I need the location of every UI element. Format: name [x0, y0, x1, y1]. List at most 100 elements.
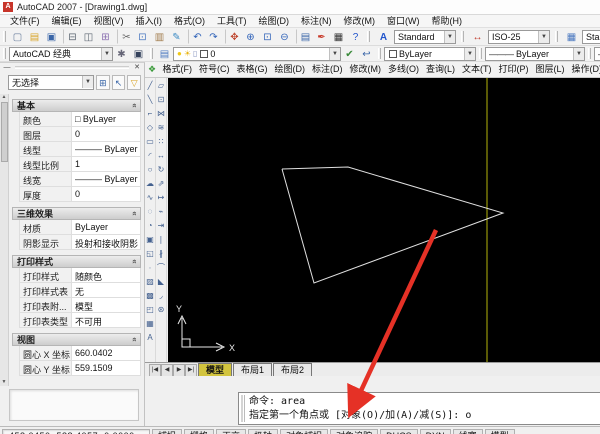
- circle-icon[interactable]: ○: [145, 163, 156, 177]
- drawing-polygon[interactable]: [281, 166, 505, 284]
- toolbar-grip[interactable]: [555, 31, 558, 42]
- layer-previous-icon[interactable]: ↩: [358, 46, 375, 61]
- table-style-icon[interactable]: ▦: [563, 29, 580, 44]
- zoom-window-icon[interactable]: ⊡: [259, 29, 276, 44]
- status-toggle-button[interactable]: 栅格: [184, 428, 215, 434]
- drawing-area[interactable]: Y X: [168, 78, 600, 362]
- gradient-icon[interactable]: ▩: [145, 289, 156, 303]
- tab-nav-button[interactable]: ▶: [173, 364, 185, 376]
- mirror-icon[interactable]: ⋈: [156, 107, 167, 121]
- hatch-icon[interactable]: ▨: [145, 275, 156, 289]
- status-toggle-button[interactable]: 极轴: [248, 428, 279, 434]
- point-icon[interactable]: ∙: [145, 261, 156, 275]
- match-properties-icon[interactable]: ✎: [168, 29, 185, 44]
- express-menu-item[interactable]: 绘图(D): [271, 63, 309, 76]
- insert-block-icon[interactable]: ▣: [145, 233, 156, 247]
- toolbar-grip[interactable]: [3, 31, 6, 42]
- menu-item[interactable]: 工具(T): [211, 15, 253, 28]
- command-window-grip[interactable]: [241, 395, 245, 422]
- layer-lock-icon[interactable]: ▯: [193, 49, 197, 58]
- status-toggle-button[interactable]: 对象追踪: [330, 428, 379, 434]
- chamfer-icon[interactable]: ◣: [156, 275, 167, 289]
- polyline-icon[interactable]: ⌐: [145, 107, 156, 121]
- lineweight-control-combo[interactable]: ———: [594, 46, 600, 61]
- erase-icon[interactable]: ▱: [156, 79, 167, 93]
- make-object-layer-current-icon[interactable]: ✔: [341, 46, 358, 61]
- coordinate-readout[interactable]: 458.0450, 588.4057, 0.0000: [2, 428, 150, 434]
- open-icon[interactable]: ▤: [26, 29, 43, 44]
- palette-close-button[interactable]: ✕: [132, 63, 142, 72]
- toolbar-grip[interactable]: [378, 48, 381, 59]
- express-menu-item[interactable]: 标注(D): [309, 63, 347, 76]
- workspace-combo[interactable]: AutoCAD 经典 ▼: [9, 46, 113, 61]
- layer-color-swatch[interactable]: [200, 49, 209, 58]
- new-icon[interactable]: ▢: [9, 29, 26, 44]
- select-objects-button[interactable]: ↖: [111, 74, 126, 90]
- menu-item[interactable]: 修改(M): [338, 15, 382, 28]
- undo-icon[interactable]: ↶: [188, 29, 205, 44]
- multiline-text-icon[interactable]: A: [145, 331, 156, 345]
- express-menu-item[interactable]: 打印(P): [495, 63, 532, 76]
- construction-line-icon[interactable]: ╲: [145, 93, 156, 107]
- region-icon[interactable]: ◰: [145, 303, 156, 317]
- menu-item[interactable]: 帮助(H): [426, 15, 469, 28]
- toolbar-grip[interactable]: [588, 48, 591, 59]
- section-plot-style[interactable]: 打印样式 »: [12, 255, 141, 268]
- table-style-combo[interactable]: Stand: [582, 29, 600, 44]
- tab-layout2[interactable]: 布局2: [273, 363, 313, 376]
- ellipse-icon[interactable]: ◌: [145, 205, 156, 219]
- selection-combo[interactable]: 无选择 ▼: [8, 74, 94, 90]
- collapse-chevron-icon[interactable]: »: [129, 259, 138, 263]
- plot-icon[interactable]: ⊟: [63, 29, 80, 44]
- text-style-icon[interactable]: A: [375, 29, 392, 44]
- express-menu-item[interactable]: 修改(M): [346, 63, 385, 76]
- paste-icon[interactable]: ▥: [151, 29, 168, 44]
- scroll-up-icon[interactable]: ▲: [2, 94, 7, 100]
- pan-icon[interactable]: ✥: [225, 29, 242, 44]
- copy-icon[interactable]: ⊡: [134, 29, 151, 44]
- copy-object-icon[interactable]: ⊡: [156, 93, 167, 107]
- plot-preview-icon[interactable]: ◫: [80, 29, 97, 44]
- workspace-settings-icon[interactable]: ✱: [113, 46, 130, 61]
- quick-select-button[interactable]: ▽: [127, 74, 142, 90]
- array-icon[interactable]: ∷: [156, 135, 167, 149]
- status-toggle-button[interactable]: 捕捉: [152, 428, 183, 434]
- collapse-chevron-icon[interactable]: »: [129, 337, 138, 341]
- section-3d-effects[interactable]: 三维效果 »: [12, 207, 141, 220]
- collapse-chevron-icon[interactable]: »: [129, 103, 138, 107]
- express-menu-item[interactable]: 格式(F): [159, 63, 196, 76]
- publish-icon[interactable]: ⊞: [97, 29, 114, 44]
- ellipse-arc-icon[interactable]: ◔: [145, 219, 156, 233]
- status-toggle-button[interactable]: DYN: [419, 428, 451, 434]
- redo-icon[interactable]: ↷: [205, 29, 222, 44]
- tab-model[interactable]: 模型: [198, 363, 233, 376]
- section-general[interactable]: 基本 »: [12, 99, 141, 112]
- tab-nav-button[interactable]: |◀: [149, 364, 161, 376]
- toolbar-grip[interactable]: [367, 31, 370, 42]
- tab-nav-button[interactable]: ◀: [161, 364, 173, 376]
- polygon-icon[interactable]: ◇: [145, 121, 156, 135]
- stretch-icon[interactable]: ↦: [156, 191, 167, 205]
- zoom-realtime-icon[interactable]: ⊕: [242, 29, 259, 44]
- status-toggle-button[interactable]: 正交: [216, 428, 247, 434]
- arc-icon[interactable]: ◜: [145, 149, 156, 163]
- section-view[interactable]: 视图 »: [12, 333, 141, 346]
- express-menu-item[interactable]: 文本(T): [459, 63, 496, 76]
- explode-icon[interactable]: ⊛: [156, 303, 167, 317]
- fillet-icon[interactable]: ◞: [156, 289, 167, 303]
- menu-item[interactable]: 窗口(W): [381, 15, 426, 28]
- tab-layout1[interactable]: 布局1: [233, 363, 273, 376]
- offset-icon[interactable]: ≋: [156, 121, 167, 135]
- toolbar-grip[interactable]: [461, 31, 464, 42]
- markup-set-manager-icon[interactable]: ✒: [313, 29, 330, 44]
- rotate-icon[interactable]: ↻: [156, 163, 167, 177]
- express-menu-item[interactable]: 图层(L): [532, 63, 568, 76]
- make-block-icon[interactable]: ◱: [145, 247, 156, 261]
- join-icon[interactable]: ⌒: [156, 261, 167, 275]
- spline-icon[interactable]: ∿: [145, 191, 156, 205]
- express-menu-item[interactable]: 表格(G): [233, 63, 271, 76]
- collapse-chevron-icon[interactable]: »: [129, 211, 138, 215]
- help-icon[interactable]: ?: [347, 29, 364, 44]
- break-icon[interactable]: ∦: [156, 247, 167, 261]
- toolbar-grip[interactable]: [479, 48, 482, 59]
